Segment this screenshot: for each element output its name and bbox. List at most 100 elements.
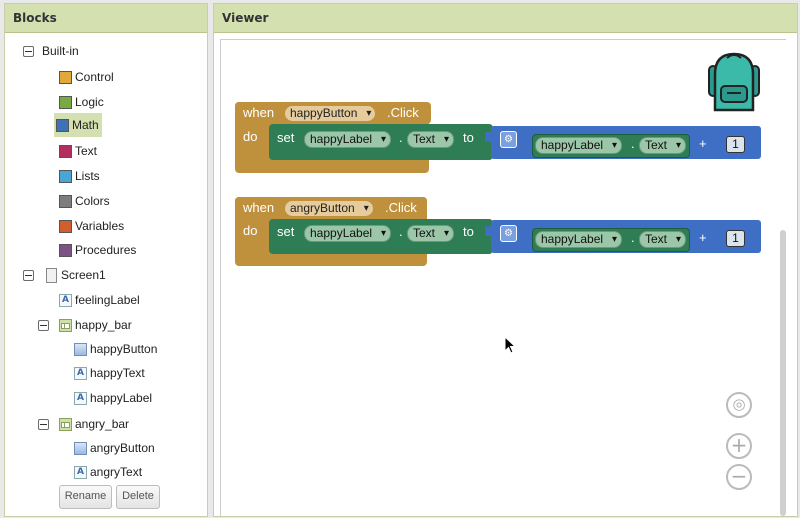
tree-item-happytext[interactable]: A happyText: [74, 362, 145, 384]
variables-swatch-icon: [59, 219, 72, 233]
builtin-collapse-toggle[interactable]: [23, 46, 34, 57]
do-keyword: do: [243, 223, 258, 238]
category-label: Text: [75, 144, 98, 158]
rename-button[interactable]: Rename: [59, 485, 112, 509]
mutator-gear-icon[interactable]: ⚙: [500, 225, 517, 242]
tree-item-angrytext[interactable]: A angryText: [74, 461, 142, 483]
component-label: happyLabel: [90, 391, 153, 405]
label-component-icon: A: [74, 465, 87, 479]
component-label: angry_bar: [75, 417, 130, 431]
happy-bar-collapse-toggle[interactable]: [38, 320, 49, 331]
builtin-label: Built-in: [42, 44, 79, 58]
property-dropdown[interactable]: Text: [407, 131, 455, 148]
blocks-panel: Blocks Built-in Control Logic Math Text …: [4, 3, 208, 517]
set-keyword: set: [277, 130, 295, 145]
component-label: angryText: [90, 465, 143, 479]
angry-bar-collapse-toggle[interactable]: [38, 419, 49, 430]
screen1-collapse-toggle[interactable]: [23, 270, 34, 281]
target-component-dropdown[interactable]: happyLabel: [304, 131, 392, 148]
plus-operator: +: [699, 230, 707, 245]
button-component-icon: [74, 441, 87, 455]
to-keyword: to: [463, 224, 474, 239]
screen-label: Screen1: [61, 268, 106, 282]
blocks-tree: Built-in Control Logic Math Text Lists C…: [5, 34, 207, 516]
center-workspace-icon[interactable]: ◎: [726, 392, 752, 418]
tree-item-happylabel[interactable]: A happyLabel: [74, 387, 152, 409]
number-block[interactable]: 1: [726, 230, 745, 247]
get-component-dropdown[interactable]: happyLabel: [535, 231, 623, 248]
mutator-gear-icon[interactable]: ⚙: [500, 131, 517, 148]
category-text[interactable]: Text: [59, 140, 97, 162]
tree-item-happybutton[interactable]: happyButton: [74, 338, 157, 360]
category-math[interactable]: Math: [54, 113, 102, 137]
component-label: feelingLabel: [75, 293, 140, 307]
colors-swatch-icon: [59, 194, 72, 208]
tree-item-builtin[interactable]: Built-in: [42, 40, 79, 62]
category-label: Control: [75, 70, 114, 84]
backpack-icon[interactable]: [701, 50, 767, 116]
get-property-dropdown[interactable]: Text: [639, 137, 687, 154]
zoom-out-icon[interactable]: −: [726, 464, 752, 490]
category-label: Colors: [75, 194, 110, 208]
zoom-in-icon[interactable]: +: [726, 433, 752, 459]
plus-operator: +: [699, 136, 707, 151]
category-label: Logic: [75, 95, 104, 109]
blocks-panel-title: Blocks: [5, 4, 207, 33]
label-component-icon: A: [59, 293, 72, 307]
target-component-dropdown[interactable]: happyLabel: [304, 225, 392, 242]
category-colors[interactable]: Colors: [59, 190, 110, 212]
category-label: Lists: [75, 169, 100, 183]
tree-item-feelinglabel[interactable]: A feelingLabel: [59, 289, 140, 311]
dot-separator: .: [631, 230, 635, 245]
label-component-icon: A: [74, 366, 87, 380]
property-dropdown[interactable]: Text: [407, 225, 455, 242]
when-keyword: when: [243, 105, 275, 120]
event-name: .Click: [387, 105, 419, 120]
viewer-panel-title: Viewer: [214, 4, 797, 33]
screen-icon: [46, 267, 57, 283]
category-logic[interactable]: Logic: [59, 91, 104, 113]
dot-separator: .: [399, 130, 403, 145]
category-procedures[interactable]: Procedures: [59, 239, 136, 261]
blocks-workspace[interactable]: when happyButton .Click do set happyLabe…: [220, 39, 786, 516]
arrangement-icon: [59, 417, 72, 431]
button-component-icon: [74, 342, 87, 356]
mouse-cursor-icon: [504, 336, 516, 354]
logic-swatch-icon: [59, 95, 72, 109]
viewer-panel: Viewer when happyButton .Click do set ha…: [213, 3, 798, 517]
text-swatch-icon: [59, 144, 72, 158]
vertical-scrollbar[interactable]: [780, 230, 786, 516]
get-property-dropdown[interactable]: Text: [639, 231, 687, 248]
tree-item-screen1[interactable]: Screen1: [46, 264, 106, 286]
when-keyword: when: [243, 200, 275, 215]
component-label: happy_bar: [75, 318, 132, 332]
number-block[interactable]: 1: [726, 136, 745, 153]
tree-item-happy-bar[interactable]: happy_bar: [59, 314, 132, 336]
control-swatch-icon: [59, 70, 72, 84]
dot-separator: .: [631, 136, 635, 151]
lists-swatch-icon: [59, 169, 72, 183]
category-lists[interactable]: Lists: [59, 165, 100, 187]
dot-separator: .: [399, 224, 403, 239]
category-label: Procedures: [75, 243, 137, 257]
math-swatch-icon: [56, 118, 69, 132]
arrangement-icon: [59, 318, 72, 332]
procedures-swatch-icon: [59, 243, 72, 257]
do-keyword: do: [243, 129, 258, 144]
component-dropdown[interactable]: happyButton: [285, 106, 376, 121]
category-control[interactable]: Control: [59, 66, 114, 88]
tree-item-angrybutton[interactable]: angryButton: [74, 437, 155, 459]
label-component-icon: A: [74, 391, 87, 405]
component-label: happyButton: [90, 342, 158, 356]
delete-button[interactable]: Delete: [116, 485, 160, 509]
component-label: angryButton: [90, 441, 155, 455]
category-label: Math: [72, 118, 99, 132]
event-name: .Click: [385, 200, 417, 215]
tree-item-angry-bar[interactable]: angry_bar: [59, 413, 129, 435]
category-label: Variables: [75, 219, 125, 233]
get-component-dropdown[interactable]: happyLabel: [535, 137, 623, 154]
component-dropdown[interactable]: angryButton: [285, 201, 373, 216]
to-keyword: to: [463, 130, 474, 145]
set-keyword: set: [277, 224, 295, 239]
category-variables[interactable]: Variables: [59, 215, 124, 237]
